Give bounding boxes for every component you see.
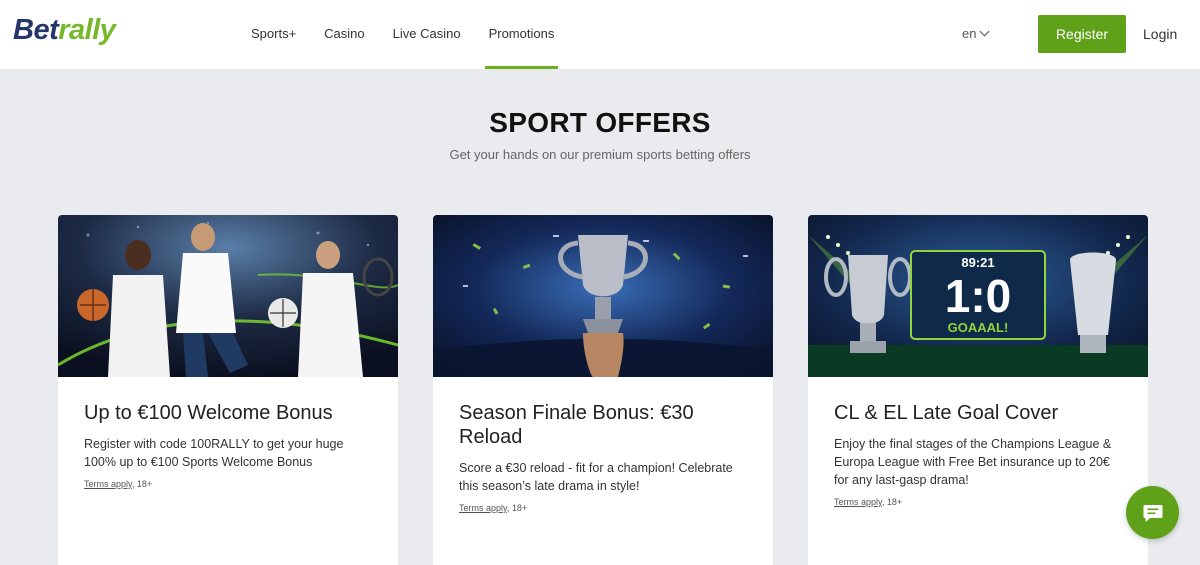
language-selector[interactable]: en bbox=[962, 26, 990, 41]
offer-title: Up to €100 Welcome Bonus bbox=[84, 402, 333, 424]
terms-apply-link[interactable]: Terms apply bbox=[459, 503, 507, 513]
offer-description: Score a €30 reload - fit for a champion!… bbox=[459, 461, 733, 493]
age-restriction: , 18+ bbox=[881, 497, 903, 507]
trophy-promo-image bbox=[433, 215, 773, 377]
logo-text-rally: rally bbox=[58, 14, 116, 46]
offer-card-late-goal-cover[interactable]: 89:21 1:0 GOAAAL! CL & EL Late Goal Cove… bbox=[808, 215, 1148, 565]
chat-bubble-icon bbox=[1143, 504, 1162, 522]
terms-apply-link[interactable]: Terms apply bbox=[84, 479, 132, 489]
nav-promotions[interactable]: Promotions bbox=[475, 0, 569, 69]
page-subtitle: Get your hands on our premium sports bet… bbox=[449, 147, 751, 162]
login-link[interactable]: Login bbox=[1143, 26, 1177, 42]
scoreboard-score: 1:0 bbox=[945, 270, 1011, 322]
logo-text-bet: Bet bbox=[13, 14, 59, 46]
offer-description: Register with code 100RALLY to get your … bbox=[84, 437, 344, 469]
top-header: Betrally Sports+ Casino Live Casino Prom… bbox=[0, 0, 1200, 69]
register-button[interactable]: Register bbox=[1038, 15, 1126, 53]
offer-card-season-finale[interactable]: Season Finale Bonus: €30 Reload Score a … bbox=[433, 215, 773, 565]
offer-card-welcome-bonus[interactable]: Up to €100 Welcome Bonus Register with c… bbox=[58, 215, 398, 565]
age-restriction: , 18+ bbox=[506, 503, 528, 513]
language-code: en bbox=[962, 26, 977, 41]
live-chat-button[interactable] bbox=[1126, 486, 1179, 539]
offer-terms: Terms apply, 18+ bbox=[459, 503, 747, 513]
age-restriction: , 18+ bbox=[131, 479, 153, 489]
offer-title: CL & EL Late Goal Cover bbox=[834, 402, 1059, 424]
athletes-promo-image bbox=[58, 215, 398, 377]
offer-terms: Terms apply, 18+ bbox=[834, 497, 1122, 507]
nav-casino[interactable]: Casino bbox=[310, 0, 378, 69]
nav-live-casino[interactable]: Live Casino bbox=[379, 0, 475, 69]
main-nav: Sports+ Casino Live Casino Promotions bbox=[237, 0, 568, 69]
offer-terms: Terms apply, 18+ bbox=[84, 479, 372, 489]
nav-sports[interactable]: Sports+ bbox=[237, 0, 310, 69]
page-title: SPORT OFFERS bbox=[489, 107, 711, 138]
chevron-down-icon bbox=[980, 26, 990, 37]
scoreboard-clock: 89:21 bbox=[961, 255, 994, 270]
offer-title: Season Finale Bonus: €30 Reload bbox=[459, 402, 694, 448]
terms-apply-link[interactable]: Terms apply bbox=[834, 497, 882, 507]
scoreboard-caption: GOAAAL! bbox=[948, 320, 1009, 335]
betrally-logo[interactable]: Betrally bbox=[13, 14, 116, 47]
scoreboard-promo-image: 89:21 1:0 GOAAAL! bbox=[808, 215, 1148, 377]
offer-description: Enjoy the final stages of the Champions … bbox=[834, 437, 1112, 487]
